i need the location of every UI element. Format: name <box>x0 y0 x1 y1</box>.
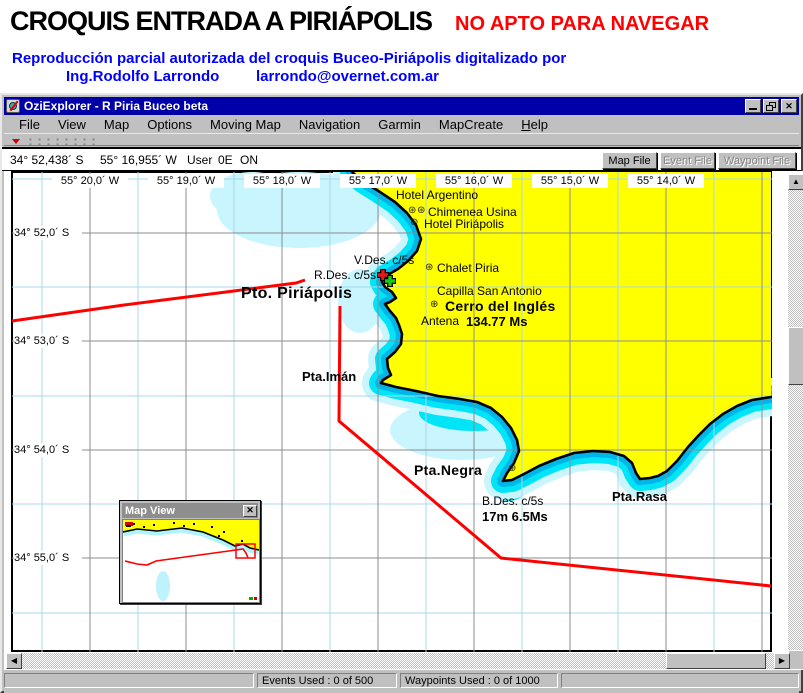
map-view-title: Map View <box>122 505 243 517</box>
map-marker-icon: ⊛ <box>425 263 433 273</box>
menu-bar: FileViewMapOptionsMoving MapNavigationGa… <box>4 115 799 133</box>
map-marker-icon: ⊛ <box>417 206 425 216</box>
window-bottom-edge <box>4 689 799 693</box>
close-icon: ✕ <box>246 506 254 515</box>
status-waypoints: Waypoints Used : 0 of 1000 <box>400 673 558 688</box>
map-label-antena: Antena <box>421 315 459 327</box>
map-label-capilla-san-antonio: Capilla San Antonio <box>437 285 542 297</box>
credit-name: Ing.Rodolfo Larrondo <box>66 68 219 85</box>
map-label-17m-6-5ms: 17m 6.5Ms <box>482 510 548 523</box>
status-bar: Events Used : 0 of 500 Waypoints Used : … <box>4 672 799 689</box>
status-panel-blank <box>4 673 254 688</box>
map-label-chalet-piria: Chalet Piria <box>437 262 499 274</box>
longitude-tick-label: 55° 20,0´ W <box>52 174 128 188</box>
close-button[interactable]: ✕ <box>781 99 797 113</box>
longitude-tick-label: 55° 16,0´ W <box>436 174 512 188</box>
menu-moving-map[interactable]: Moving Map <box>201 116 290 133</box>
oziexplorer-icon <box>6 99 20 113</box>
title-bar[interactable]: OziExplorer - R Piria Buceo beta ✕ <box>4 97 799 115</box>
toolbar-strip <box>4 133 799 146</box>
toolbar-grip <box>26 137 98 145</box>
scrollbar-corner <box>790 653 803 669</box>
map-view-titlebar[interactable]: Map View ✕ <box>122 503 258 518</box>
v-scrollbar[interactable] <box>788 174 803 652</box>
map-label-pto-piri-polis: Pto. Piriápolis <box>241 286 352 302</box>
minimize-icon <box>749 108 757 110</box>
scroll-right-button[interactable]: ▶ <box>774 653 790 669</box>
status-events: Events Used : 0 of 500 <box>257 673 397 688</box>
scroll-up-button[interactable]: ▲ <box>788 174 803 190</box>
scroll-left-icon: ◀ <box>11 657 17 665</box>
longitude-tick-label: 55° 18,0´ W <box>244 174 320 188</box>
latitude-tick-label: 34° 53,0´ S <box>14 334 82 348</box>
menu-navigation[interactable]: Navigation <box>290 116 369 133</box>
map-marker-icon: ⊛ <box>410 218 418 228</box>
window-title: OziExplorer - R Piria Buceo beta <box>24 99 745 113</box>
close-icon: ✕ <box>785 102 793 111</box>
v-scrollbar-thumb[interactable] <box>788 327 803 385</box>
map-marker-icon: ⊕ <box>430 300 438 310</box>
warning-text: NO APTO PARA NAVEGAR <box>455 13 709 36</box>
restore-button[interactable] <box>763 99 779 113</box>
map-label-v-des-c-5s: V.Des. c/5s <box>354 254 414 266</box>
map-label-cerro-del-ingl-s: Cerro del Inglés <box>445 299 556 313</box>
toolbar-collapse-icon[interactable] <box>12 139 20 144</box>
map-marker-icon: ⊕ <box>508 464 516 474</box>
menu-mapcreate[interactable]: MapCreate <box>430 116 512 133</box>
menu-view[interactable]: View <box>49 116 95 133</box>
waypoint-file-button[interactable]: Waypoint File <box>718 152 796 169</box>
map-view-close-button[interactable]: ✕ <box>243 505 257 517</box>
latitude-tick-label: 34° 54,0´ S <box>14 443 82 457</box>
longitude-tick-label: 55° 17,0´ W <box>340 174 416 188</box>
h-scrollbar-thumb[interactable] <box>666 653 766 669</box>
page-title: CROQUIS ENTRADA A PIRIÁPOLIS <box>10 6 432 37</box>
oziexplorer-window: OziExplorer - R Piria Buceo beta ✕ FileV… <box>0 93 803 693</box>
coordinate-bar: 34° 52,438´ S 55° 16,955´ W User 0E ON M… <box>2 147 801 171</box>
menu-file[interactable]: File <box>10 116 49 133</box>
map-marker-icon: ⊛ <box>408 206 416 216</box>
datum-label: User <box>187 153 212 167</box>
menu-garmin[interactable]: Garmin <box>369 116 430 133</box>
map-view-thumbnail[interactable] <box>122 519 260 603</box>
scroll-left-button[interactable]: ◀ <box>6 653 22 669</box>
map-label-134-77-ms: 134.77 Ms <box>466 315 527 328</box>
datum-value: 0E <box>218 153 233 167</box>
credit-email: larrondo@overnet.com.ar <box>256 68 439 85</box>
map-file-button[interactable]: Map File <box>602 152 657 169</box>
longitude-tick-label: 55° 14,0´ W <box>628 174 704 188</box>
map-label-pta-im-n: Pta.Imán <box>302 370 356 383</box>
longitude-tick-label: 55° 19,0´ W <box>148 174 224 188</box>
map-client-area: 55° 20,0´ W 55° 19,0´ W 55° 18,0´ W 55° 17,… <box>4 171 803 670</box>
menu-options[interactable]: Options <box>138 116 201 133</box>
credit-line: Reproducción parcial autorizada del croq… <box>12 50 566 67</box>
cursor-latitude: 34° 52,438´ S <box>10 153 84 167</box>
menu-help[interactable]: Help <box>512 116 557 133</box>
map-label-hotel-argentino: Hotel Argentino <box>396 189 478 201</box>
menu-map[interactable]: Map <box>95 116 138 133</box>
latitude-tick-label: 34° 55,0´ S <box>14 551 82 565</box>
status-panel-blank2 <box>561 673 799 688</box>
scroll-up-icon: ▲ <box>792 178 800 186</box>
map-label-hotel-piri-polis: Hotel Piriápolis <box>424 218 504 230</box>
map-label-pta-rasa: Pta.Rasa <box>612 490 667 503</box>
cursor-longitude: 55° 16,955´ W <box>100 153 177 167</box>
map-view-window[interactable]: Map View ✕ <box>119 500 261 604</box>
scroll-right-icon: ▶ <box>779 657 785 665</box>
map-label-r-des-c-5s: R.Des. c/5s <box>314 269 376 281</box>
map-label-b-des-c-5s: B.Des. c/5s <box>482 495 543 507</box>
page-header: CROQUIS ENTRADA A PIRIÁPOLIS NO APTO PAR… <box>0 0 803 93</box>
event-file-button[interactable]: Event File <box>660 152 715 169</box>
map-label-pta-negra: Pta.Negra <box>414 463 482 477</box>
datum-status: ON <box>240 153 258 167</box>
longitude-tick-label: 55° 15,0´ W <box>532 174 608 188</box>
latitude-tick-label: 34° 52,0´ S <box>14 226 82 240</box>
minimize-button[interactable] <box>745 99 761 113</box>
